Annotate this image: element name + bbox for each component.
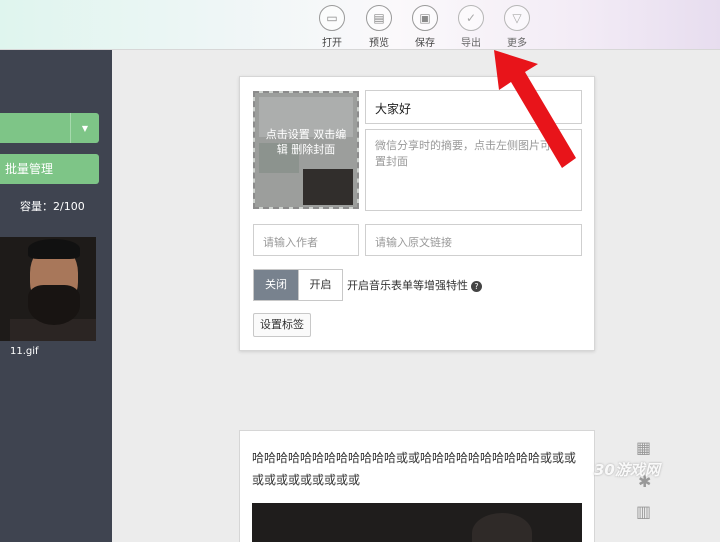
folder-icon: ▭: [319, 5, 345, 31]
author-input[interactable]: 请输入作者: [253, 224, 359, 256]
image-thumbnail[interactable]: [0, 237, 96, 341]
material-sidebar: ▼ 批量管理 容量：2/100 11.gif: [0, 50, 112, 542]
open-button[interactable]: ▭ 打开: [312, 5, 352, 49]
toggle-description-text: 开启音乐表单等增强特性: [347, 279, 468, 292]
batch-manage-button[interactable]: 批量管理: [0, 154, 99, 184]
red-arrow-annotation: [494, 50, 576, 168]
toggle-on-option[interactable]: 开启: [297, 270, 342, 300]
cover-image[interactable]: 点击设置 双击编辑 删除封面: [253, 91, 359, 209]
bar-chart-icon[interactable]: ▥: [636, 502, 651, 521]
article-body-text[interactable]: 哈哈哈哈哈哈哈哈哈哈哈哈或或哈哈哈哈哈哈哈哈哈哈或或或或或或或或或或或或: [252, 447, 586, 491]
toggle-off-option[interactable]: 关闭: [254, 270, 298, 300]
preview-icon: ▤: [366, 5, 392, 31]
article-preview-card: 哈哈哈哈哈哈哈哈哈哈哈哈或或哈哈哈哈哈哈哈哈哈哈或或或或或或或或或或或或: [239, 430, 595, 542]
toolbar: ▭ 打开 ▤ 预览 ▣ 保存 ✓ 导出 ▽ 更多: [0, 0, 720, 50]
check-icon: ✓: [458, 5, 484, 31]
source-link-input[interactable]: 请输入原文链接: [365, 224, 582, 256]
chevron-down-icon: ▽: [504, 5, 530, 31]
capacity-text: 容量：2/100: [20, 200, 85, 213]
save-button[interactable]: ▣ 保存: [405, 5, 445, 49]
set-tags-button[interactable]: 设置标签: [253, 313, 311, 337]
save-label: 保存: [415, 38, 435, 49]
open-label: 打开: [322, 38, 342, 49]
save-icon: ▣: [412, 5, 438, 31]
article-image[interactable]: [252, 503, 582, 542]
preview-button[interactable]: ▤ 预览: [359, 5, 399, 49]
thumbnail-filename: 11.gif: [10, 346, 39, 357]
sidebar-dropdown-button[interactable]: ▼: [0, 113, 99, 143]
cover-hint: 点击设置 双击编辑 删除封面: [265, 128, 347, 156]
grid-icon[interactable]: ▦: [636, 438, 651, 457]
question-circle-icon[interactable]: ?: [471, 281, 482, 292]
caret-down-icon[interactable]: ▼: [70, 113, 99, 143]
watermark-text: 30游戏网: [594, 461, 660, 479]
preview-label: 预览: [369, 38, 389, 49]
enhance-toggle[interactable]: 关闭 开启: [253, 269, 343, 301]
toggle-description: 开启音乐表单等增强特性?: [347, 277, 482, 293]
